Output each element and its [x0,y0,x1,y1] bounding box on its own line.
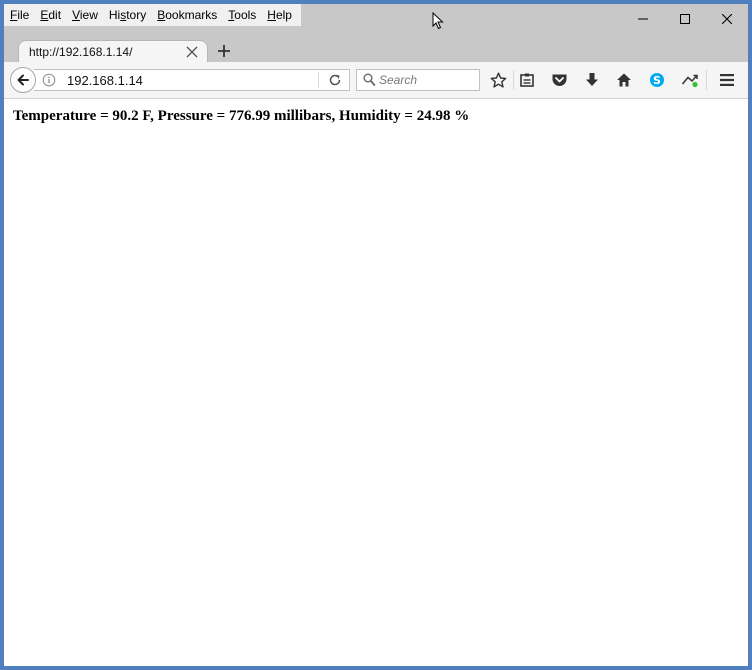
tab-title: http://192.168.1.14/ [29,45,133,59]
toolbar-divider [513,70,514,90]
back-button[interactable] [10,67,36,93]
info-icon[interactable] [42,73,56,87]
sync-button[interactable] [681,71,699,89]
downloads-button[interactable] [583,71,601,89]
url-bar[interactable]: 192.168.1.14 [34,69,350,91]
home-icon [617,73,631,87]
bookmark-star-icon [490,72,506,88]
window-controls [622,4,748,34]
tab-active[interactable]: http://192.168.1.14/ [18,40,208,64]
menu-help[interactable]: Help [261,4,297,26]
menu-file[interactable]: File [4,4,34,26]
maximize-icon [680,14,690,24]
mouse-cursor-icon [432,12,444,30]
toolbar-divider [706,70,707,90]
menu-bar: File Edit View History Bookmarks Tools H… [4,4,301,26]
skype-icon: S [650,73,664,87]
url-bar-divider [318,72,319,88]
menu-history[interactable]: History [103,4,151,26]
url-text[interactable]: 192.168.1.14 [67,73,143,88]
reading-list-icon [520,73,534,87]
open-menu-button[interactable] [718,71,736,89]
minimize-button[interactable] [622,4,664,34]
title-bar: File Edit View History Bookmarks Tools H… [4,4,748,40]
menu-view[interactable]: View [66,4,103,26]
download-icon [586,73,598,86]
sensor-readings-text: Temperature = 90.2 F, Pressure = 776.99 … [13,108,470,124]
menu-bookmarks[interactable]: Bookmarks [151,4,222,26]
home-button[interactable] [615,71,633,89]
close-window-button[interactable] [706,4,748,34]
search-icon [363,73,376,87]
pocket-button[interactable] [550,71,568,89]
new-tab-plus-icon[interactable] [216,43,232,59]
minimize-icon [638,18,648,20]
sync-icon [681,74,698,88]
search-bar[interactable] [356,69,480,91]
skype-button[interactable]: S [648,71,666,89]
hamburger-menu-icon [720,74,734,86]
page-content: Temperature = 90.2 F, Pressure = 776.99 … [4,99,748,666]
maximize-button[interactable] [664,4,706,34]
tab-close-icon[interactable] [185,45,199,59]
svg-text:S: S [653,74,661,87]
close-icon [722,14,732,24]
reading-list-button[interactable] [518,71,536,89]
bookmark-star-button[interactable] [489,71,507,89]
pocket-icon [552,74,566,86]
tab-strip: http://192.168.1.14/ [4,40,748,64]
menu-tools[interactable]: Tools [222,4,261,26]
browser-window: File Edit View History Bookmarks Tools H… [4,4,748,666]
navigation-toolbar: 192.168.1.14 Search S [4,62,748,99]
back-arrow-icon [17,74,29,86]
search-input[interactable] [379,72,475,88]
menu-edit[interactable]: Edit [34,4,66,26]
reload-icon[interactable] [328,73,342,87]
